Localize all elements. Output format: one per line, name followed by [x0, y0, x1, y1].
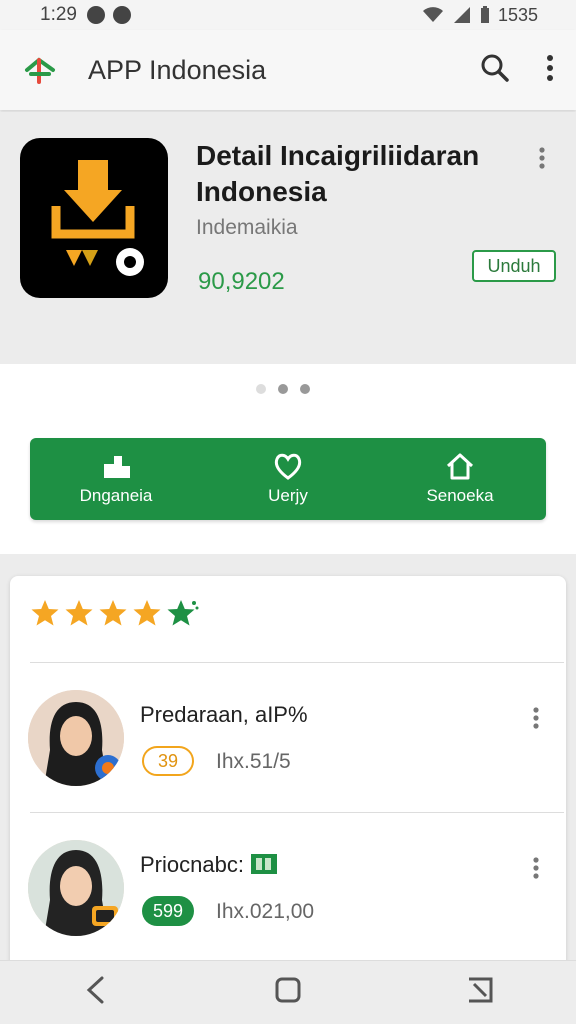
- avatar: [28, 840, 124, 936]
- carousel-dot[interactable]: [278, 384, 288, 394]
- status-time: 1:29: [40, 4, 77, 25]
- home-icon: [446, 453, 474, 480]
- carousel-dot[interactable]: [256, 384, 266, 394]
- action-home[interactable]: Senoeka: [374, 438, 546, 520]
- action-label: Dnganeia: [79, 486, 153, 505]
- review-item[interactable]: Predaraan, aIP% 39 Ihx.51/5: [10, 690, 566, 810]
- review-price: Ihx.021,00: [216, 900, 315, 923]
- rating-stars: [30, 598, 200, 630]
- star-icon: [99, 600, 127, 626]
- carousel-indicator: [256, 384, 310, 394]
- app-more-icon[interactable]: [538, 146, 546, 175]
- compass-icon: [112, 6, 131, 24]
- wifi-icon: [422, 7, 443, 22]
- carousel-dot[interactable]: [300, 384, 310, 394]
- action-label: Uerjy: [268, 486, 308, 505]
- star-icon: [133, 600, 161, 626]
- back-icon[interactable]: [82, 975, 110, 1010]
- star-icon: [31, 600, 59, 626]
- action-label: Senoeka: [426, 486, 494, 505]
- app-developer[interactable]: Indemaikia: [196, 216, 298, 240]
- action-building[interactable]: Dnganeia: [30, 438, 202, 520]
- app-size: 90,9202: [198, 268, 285, 295]
- status-bar: 1:29 1535: [0, 0, 576, 30]
- page-title: APP Indonesia: [88, 54, 267, 85]
- review-badge: 599: [142, 896, 194, 926]
- home-button-icon[interactable]: [274, 976, 302, 1009]
- app-icon: [20, 138, 168, 298]
- reviewer-name-text: Priocnabc:: [140, 852, 244, 877]
- verified-badge-icon: [251, 854, 278, 874]
- reviewer-name: Predaraan, aIP%: [140, 702, 308, 727]
- review-badge: 39: [142, 746, 194, 776]
- review-item[interactable]: Priocnabc: 599 Ihx.021,00: [10, 840, 566, 960]
- review-more-icon[interactable]: [532, 856, 540, 885]
- star-icon: [65, 600, 93, 626]
- system-nav-bar: [0, 960, 576, 1024]
- divider: [30, 812, 564, 813]
- review-more-icon[interactable]: [532, 706, 540, 735]
- battery-text: 1535: [497, 4, 538, 25]
- app-logo-icon[interactable]: [22, 52, 58, 88]
- overflow-menu-icon[interactable]: [546, 54, 554, 87]
- heart-icon: [274, 453, 302, 480]
- app-detail-header: Detail Incaigriliidaran Indonesia Indema…: [0, 112, 576, 364]
- app-bar: APP Indonesia: [0, 30, 576, 110]
- notification-icon: [86, 6, 105, 24]
- review-price: Ihx.51/5: [216, 750, 291, 773]
- download-button[interactable]: Unduh: [472, 250, 556, 282]
- search-icon[interactable]: [480, 53, 510, 88]
- action-heart[interactable]: Uerjy: [202, 438, 374, 520]
- star-icon: [167, 600, 199, 626]
- divider: [30, 662, 564, 663]
- avatar: [28, 690, 124, 786]
- signal-icon: [453, 7, 470, 23]
- recents-icon[interactable]: [466, 976, 494, 1009]
- reviewer-name: Priocnabc:: [140, 852, 278, 878]
- building-icon: [104, 456, 130, 478]
- quick-actions: Dnganeia Uerjy Senoeka: [30, 438, 546, 520]
- reviews-card: Predaraan, aIP% 39 Ihx.51/5 Priocnabc: 5…: [10, 576, 566, 976]
- battery-icon: [480, 6, 489, 23]
- app-name: Detail Incaigriliidaran Indonesia: [196, 140, 480, 207]
